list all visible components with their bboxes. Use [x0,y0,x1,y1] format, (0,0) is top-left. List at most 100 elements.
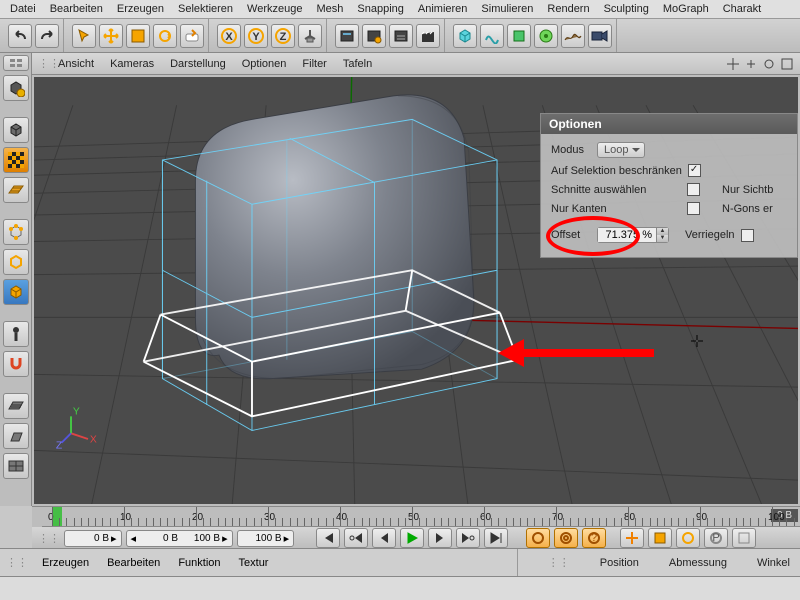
tweak-mode-button[interactable] [3,321,29,347]
palette-config-button[interactable] [3,55,29,71]
offset-input[interactable] [598,228,656,242]
menu-datei[interactable]: Datei [4,1,42,17]
model-mode-button[interactable] [3,117,29,143]
undo-button[interactable] [8,24,32,48]
menu-mesh[interactable]: Mesh [310,1,349,17]
attr-textur[interactable]: Textur [231,555,277,571]
viewport-canvas[interactable]: Y X Z Optionen Modus Loop Auf Selektion … [34,77,798,504]
ngons-label: N-Gons er [722,203,773,215]
coord-system-button[interactable] [298,24,322,48]
environment-button[interactable] [561,24,585,48]
play-button[interactable] [400,528,424,548]
offset-field[interactable]: ▲▼ [597,227,669,243]
keyframe-sel-button[interactable]: ? [582,528,606,548]
goto-end-button[interactable] [484,528,508,548]
viewmenu-kameras[interactable]: Kameras [104,56,160,72]
record-button[interactable] [526,528,550,548]
range-start-field[interactable]: ◂▸ [126,530,233,547]
menu-sculpting[interactable]: Sculpting [598,1,655,17]
offset-spin-up[interactable]: ▲ [656,228,668,235]
camera-button[interactable] [588,24,612,48]
panel-grip-icon[interactable]: ⋮⋮ [38,532,60,545]
key-pla-button[interactable] [732,528,756,548]
timeline-ruler[interactable]: 0 B 0102030405060708090100 [42,507,800,527]
menu-simulieren[interactable]: Simulieren [475,1,539,17]
attr-bearbeiten[interactable]: Bearbeiten [99,555,168,571]
menu-erzeugen[interactable]: Erzeugen [111,1,170,17]
x-axis-button[interactable]: X [217,24,241,48]
prev-frame-button[interactable] [372,528,396,548]
viewport-zoom-icon[interactable] [744,57,758,71]
panel-grip-icon[interactable]: ⋮⋮ [548,556,570,569]
viewmenu-tafeln[interactable]: Tafeln [337,56,378,72]
range-end-field[interactable]: ▸ [237,530,295,547]
generator-button[interactable] [507,24,531,48]
panel-grip-icon[interactable]: ⋮⋮ [38,57,48,70]
attr-erzeugen[interactable]: Erzeugen [34,555,97,571]
panel-grip-icon[interactable]: ⋮⋮ [6,556,28,569]
render-view-button[interactable] [335,24,359,48]
planar-workplane-button[interactable] [3,453,29,479]
clapper-button[interactable] [416,24,440,48]
edge-mode-button[interactable] [3,249,29,275]
menu-werkzeuge[interactable]: Werkzeuge [241,1,308,17]
key-scale-button[interactable] [648,528,672,548]
menu-charakter[interactable]: Charakt [717,1,768,17]
next-frame-button[interactable] [428,528,452,548]
selectcuts-label: Schnitte auswählen [551,184,681,196]
menu-rendern[interactable]: Rendern [541,1,595,17]
menu-selektieren[interactable]: Selektieren [172,1,239,17]
current-frame-field[interactable]: ▸ [64,530,122,547]
workplane-mode-button[interactable] [3,177,29,203]
lock-checkbox[interactable] [741,229,754,242]
restrict-checkbox[interactable] [688,164,701,177]
move-tool[interactable] [99,24,123,48]
make-editable-button[interactable] [3,75,29,101]
menu-mograph[interactable]: MoGraph [657,1,715,17]
selectcuts-checkbox[interactable] [687,183,700,196]
menu-snapping[interactable]: Snapping [351,1,410,17]
status-bar [0,576,800,600]
viewmenu-optionen[interactable]: Optionen [236,56,293,72]
spline-button[interactable] [480,24,504,48]
z-axis-button[interactable]: Z [271,24,295,48]
key-rot-button[interactable] [676,528,700,548]
y-axis-button[interactable]: Y [244,24,268,48]
offset-spin-down[interactable]: ▼ [656,235,668,242]
modus-dropdown[interactable]: Loop [597,142,645,158]
viewmenu-ansicht[interactable]: Ansicht [52,56,100,72]
deformer-button[interactable] [534,24,558,48]
attr-funktion[interactable]: Funktion [170,555,228,571]
viewport-move-icon[interactable] [726,57,740,71]
main-menubar: Datei Bearbeiten Erzeugen Selektieren We… [0,0,800,19]
menu-animieren[interactable]: Animieren [412,1,474,17]
lock-workplane-button[interactable] [3,423,29,449]
autokey-button[interactable] [554,528,578,548]
cube-primitive-button[interactable] [453,24,477,48]
polygon-mode-button[interactable] [3,279,29,305]
ruler-label: 70 [552,512,563,523]
redo-button[interactable] [35,24,59,48]
key-param-button[interactable]: P [704,528,728,548]
point-mode-button[interactable] [3,219,29,245]
scale-tool[interactable] [126,24,150,48]
next-key-button[interactable] [456,528,480,548]
viewport-rotate-icon[interactable] [762,57,776,71]
goto-start-button[interactable] [316,528,340,548]
prev-key-button[interactable] [344,528,368,548]
workplane-button[interactable] [3,393,29,419]
viewport-max-icon[interactable] [780,57,794,71]
texture-mode-button[interactable] [3,147,29,173]
key-pos-button[interactable] [620,528,644,548]
snap-button[interactable] [3,351,29,377]
rotate-tool[interactable] [153,24,177,48]
recent-tool[interactable] [180,24,204,48]
menu-bearbeiten[interactable]: Bearbeiten [44,1,109,17]
edgesonly-checkbox[interactable] [687,202,700,215]
render-pv-button[interactable] [362,24,386,48]
render-settings-button[interactable] [389,24,413,48]
viewmenu-filter[interactable]: Filter [296,56,332,72]
viewmenu-darstellung[interactable]: Darstellung [164,56,232,72]
select-tool[interactable] [72,24,96,48]
ruler-label: 10 [120,512,131,523]
